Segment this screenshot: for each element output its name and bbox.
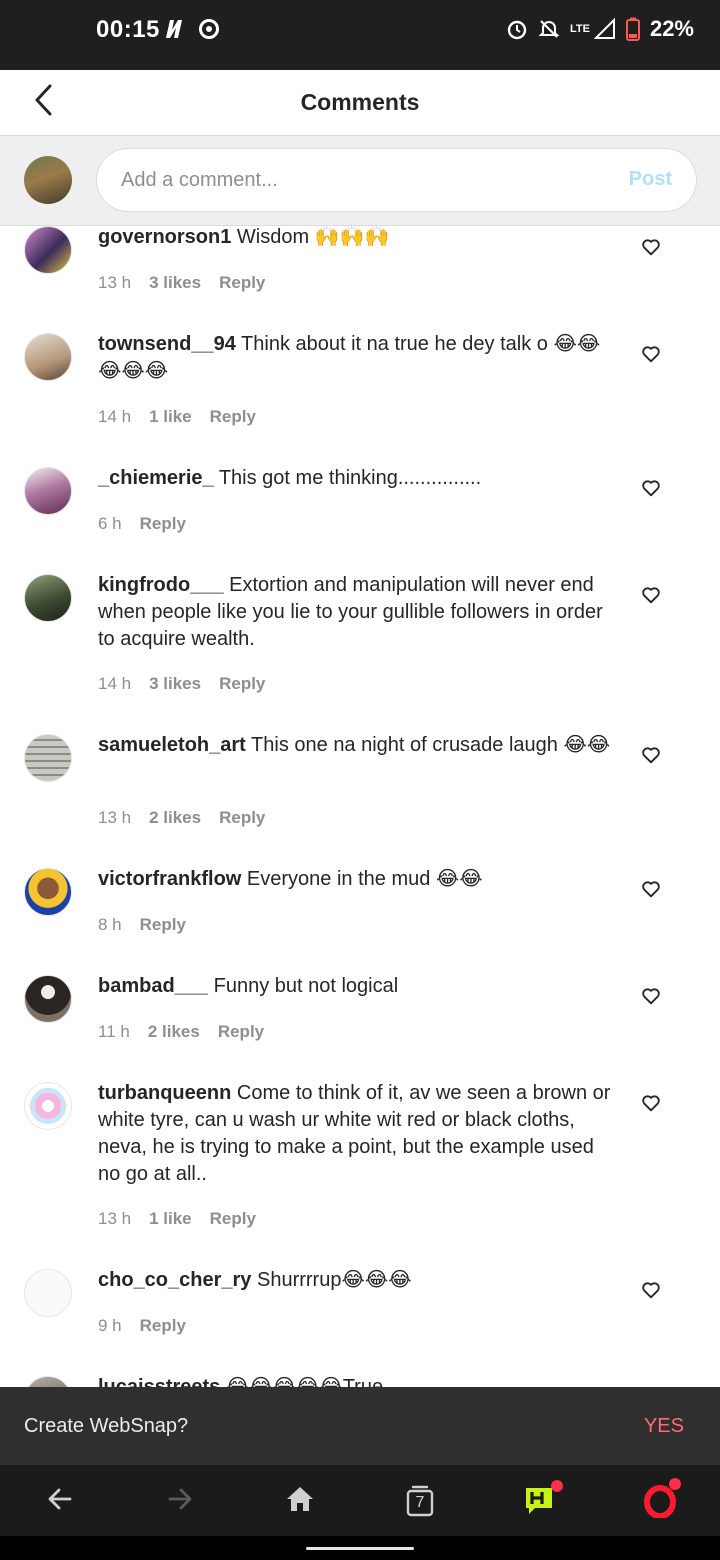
comment-likes[interactable]: 2 likes [148, 1022, 200, 1042]
opera-logo-icon [643, 1478, 681, 1519]
page-title: Comments [300, 89, 420, 115]
comment-time: 9 h [98, 1316, 122, 1335]
websnap-prompt: Create WebSnap? [24, 1415, 189, 1437]
comment-username[interactable]: governorson1 [98, 226, 231, 248]
netflix-icon [164, 18, 188, 45]
comment-text: Wisdom 🙌🙌🙌 [236, 226, 390, 248]
comment-placeholder: Add a comment... [121, 169, 278, 191]
alarm-icon [506, 18, 528, 40]
reply-button[interactable]: Reply [219, 674, 265, 694]
comment-time: 14 h [98, 407, 132, 426]
comment-time: 8 h [98, 915, 122, 934]
reply-button[interactable]: Reply [219, 273, 265, 293]
comment-time: 13 h [98, 1209, 132, 1228]
nav-hype-button[interactable] [520, 1480, 563, 1521]
reply-button[interactable]: Reply [140, 1316, 186, 1336]
comment-time: 14 h [98, 674, 132, 693]
nav-back-button[interactable] [40, 1481, 80, 1521]
gesture-area [0, 1536, 720, 1560]
comments-list[interactable]: governorson1 Wisdom 🙌🙌🙌 13 h 3 likes Reply… [0, 226, 720, 1387]
status-bar: 00:15 LTE 22% [0, 0, 720, 70]
heart-icon[interactable] [640, 477, 662, 499]
heart-icon[interactable] [640, 1092, 662, 1114]
hype-chat-icon [523, 1480, 563, 1518]
comment-username[interactable]: lucaisstreets [98, 1376, 220, 1387]
nav-forward-button[interactable] [160, 1481, 200, 1521]
mute-icon [538, 18, 560, 40]
avatar[interactable] [24, 467, 72, 515]
heart-icon[interactable] [640, 1279, 662, 1301]
comment-username[interactable]: victorfrankflow [98, 868, 241, 890]
reply-button[interactable]: Reply [218, 1022, 264, 1042]
comment-likes[interactable]: 3 likes [149, 674, 201, 694]
heart-icon[interactable] [640, 878, 662, 900]
notification-dot [669, 1478, 681, 1490]
reply-button[interactable]: Reply [140, 915, 186, 935]
lte-label: LTE [569, 23, 590, 35]
notification-dot [551, 1480, 563, 1492]
comment-username[interactable]: townsend__94 [98, 333, 236, 355]
comment-username[interactable]: samueletoh_art [98, 734, 246, 756]
heart-icon[interactable] [640, 584, 662, 606]
avatar[interactable] [24, 1269, 72, 1317]
comment-username[interactable]: bambad___ [98, 975, 208, 997]
reply-button[interactable]: Reply [210, 407, 256, 427]
reply-button[interactable]: Reply [140, 514, 186, 534]
opera-status-icon [198, 18, 220, 45]
tabs-icon: 7 [406, 1485, 434, 1517]
comment-text: Funny but not logical [213, 975, 399, 997]
avatar[interactable] [24, 1376, 72, 1387]
comment-composer: Add a comment... Post [0, 136, 720, 226]
comment-input[interactable]: Add a comment... Post [96, 148, 697, 212]
comment-likes[interactable]: 1 like [149, 407, 192, 427]
comment-likes[interactable]: 2 likes [149, 808, 201, 828]
avatar[interactable] [24, 1082, 72, 1130]
heart-icon[interactable] [640, 343, 662, 365]
reply-button[interactable]: Reply [210, 1209, 256, 1229]
comment-username[interactable]: turbanqueenn [98, 1082, 231, 1104]
comment-time: 13 h [98, 808, 132, 827]
avatar[interactable] [24, 868, 72, 916]
comment-time: 6 h [98, 514, 122, 533]
comment-text: 😂😂😂😂😂True [225, 1376, 384, 1387]
comment-text: Shurrrrup😂😂😂 [256, 1269, 412, 1291]
nav-tabs-button[interactable]: 7 [400, 1481, 440, 1521]
heart-icon[interactable] [640, 236, 662, 258]
nav-home-button[interactable] [280, 1481, 320, 1521]
comment-text: Everyone in the mud 😂😂 [246, 868, 483, 890]
comment-text: This one na night of crusade laugh 😂😂 [251, 734, 611, 756]
heart-icon[interactable] [640, 985, 662, 1007]
post-button[interactable]: Post [629, 168, 672, 191]
avatar[interactable] [24, 574, 72, 622]
reply-button[interactable]: Reply [219, 808, 265, 828]
comment-likes[interactable]: 1 like [149, 1209, 192, 1229]
avatar[interactable] [24, 975, 72, 1023]
avatar[interactable] [24, 734, 72, 782]
signal-icon [593, 18, 616, 40]
comment-time: 13 h [98, 273, 132, 292]
websnap-bar: Create WebSnap? YES [0, 1387, 720, 1465]
avatar[interactable] [24, 226, 72, 274]
home-icon [285, 1485, 315, 1518]
gesture-handle[interactable] [306, 1547, 414, 1550]
comment-time: 11 h [98, 1022, 130, 1041]
comment-username[interactable]: _chiemerie_ [98, 467, 214, 489]
comment-username[interactable]: cho_co_cher_ry [98, 1269, 251, 1291]
comment-username[interactable]: kingfrodo___ [98, 574, 224, 596]
battery-percent: 22% [649, 16, 694, 41]
comment-likes[interactable]: 3 likes [149, 273, 201, 293]
browser-bottom-nav: 7 [0, 1465, 720, 1536]
nav-opera-menu-button[interactable] [640, 1478, 681, 1521]
tab-count: 7 [415, 1494, 425, 1511]
comment-text: This got me thinking............... [218, 467, 482, 489]
header: Comments [0, 70, 720, 136]
status-time: 00:15 [96, 16, 160, 43]
avatar[interactable] [24, 333, 72, 381]
arrow-left-icon [46, 1485, 74, 1518]
battery-icon [625, 17, 640, 41]
avatar [24, 156, 72, 204]
websnap-yes-button[interactable]: YES [644, 1415, 684, 1438]
arrow-right-icon [166, 1485, 194, 1518]
heart-icon[interactable] [640, 744, 662, 766]
